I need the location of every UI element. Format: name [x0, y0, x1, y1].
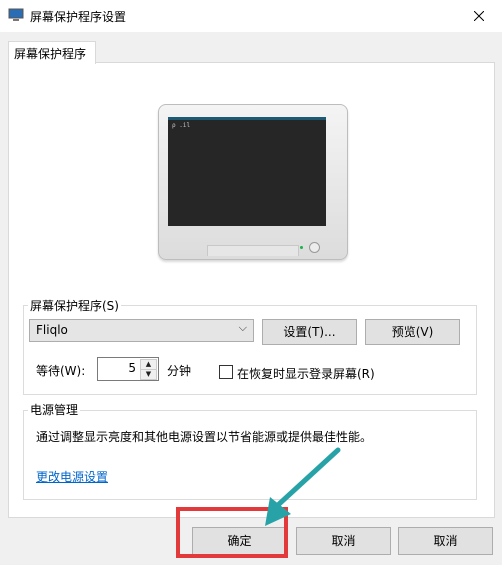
minutes-label: 分钟 — [167, 364, 192, 378]
power-group-legend: 电源管理 — [28, 401, 81, 418]
wait-minutes-value: 5 — [128, 361, 136, 375]
monitor-bezel-panel — [207, 245, 299, 256]
window-title: 屏幕保护程序设置 — [30, 10, 127, 24]
monitor-preview: ρ .il — [158, 104, 348, 260]
title-bar: 屏幕保护程序设置 — [0, 0, 502, 32]
spin-down-icon[interactable]: ▼ — [140, 369, 157, 380]
apply-button[interactable]: 取消 — [398, 527, 493, 555]
settings-button[interactable]: 设置(T)... — [262, 319, 357, 345]
power-management-group — [23, 410, 477, 500]
screensaver-group-legend: 屏幕保护程序(S) — [28, 297, 121, 314]
ok-highlight-box — [176, 507, 288, 558]
close-button[interactable] — [456, 0, 502, 32]
screensaver-app-icon — [8, 8, 24, 21]
preview-screen-text: ρ .il — [172, 122, 191, 129]
change-power-settings-link[interactable]: 更改电源设置 — [36, 468, 108, 485]
chevron-down-icon: ⌵ — [238, 321, 247, 334]
wait-label: 等待(W): — [36, 364, 86, 378]
tab-screensaver[interactable]: 屏幕保护程序 — [8, 41, 96, 64]
power-light-icon — [300, 246, 303, 249]
wait-minutes-stepper[interactable]: 5 ▲ ▼ — [97, 357, 159, 381]
preview-screen: ρ .il — [168, 117, 326, 226]
screensaver-select[interactable]: Fliqlo ⌵ — [29, 319, 254, 342]
cancel-button[interactable]: 取消 — [296, 527, 391, 555]
power-button-icon — [309, 242, 320, 253]
resume-login-label[interactable]: 在恢复时显示登录屏幕(R) — [237, 365, 375, 382]
screensaver-select-value: Fliqlo — [36, 323, 68, 337]
close-icon — [474, 11, 484, 21]
power-description: 通过调整显示亮度和其他电源设置以节省能源或提供最佳性能。 — [36, 430, 373, 444]
resume-login-checkbox[interactable] — [219, 365, 233, 379]
preview-button[interactable]: 预览(V) — [365, 319, 460, 345]
tab-label: 屏幕保护程序 — [14, 47, 87, 61]
